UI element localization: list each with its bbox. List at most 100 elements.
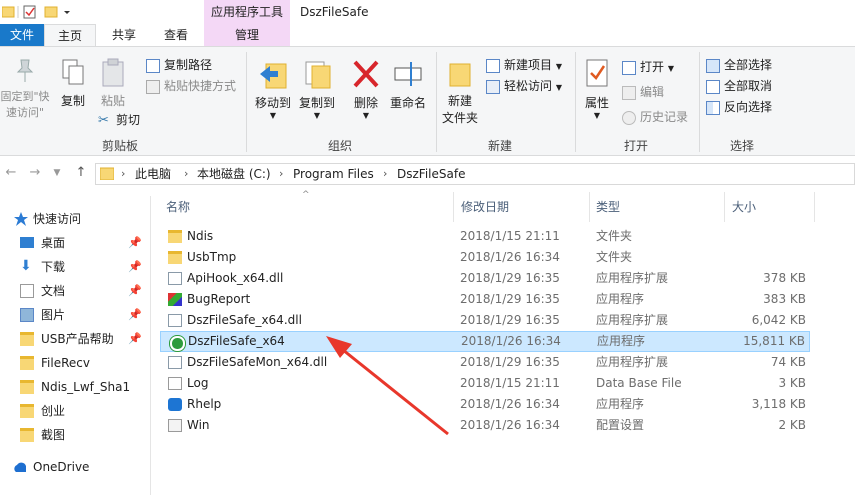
properties-label: 属性 <box>584 96 609 110</box>
folder-icon <box>168 251 182 264</box>
column-header-name[interactable]: 名称 <box>166 199 190 215</box>
dll-file-icon <box>168 356 182 369</box>
file-name: Log <box>187 376 209 390</box>
tab-share[interactable]: 共享 <box>100 24 148 47</box>
breadcrumb-dszfilesafe[interactable]: DszFileSafe <box>397 164 465 184</box>
new-folder-button[interactable]: 新建 文件夹 <box>440 58 480 127</box>
file-row[interactable]: DszFileSafe_x64 2018/1/26 16:34 应用程序 15,811… <box>160 331 810 352</box>
file-row[interactable]: UsbTmp 2018/1/26 16:34 文件夹 <box>160 247 810 268</box>
nav-item[interactable]: 文档 📌 <box>0 280 148 302</box>
nav-item[interactable]: ⬇ 下载 📌 <box>0 256 148 278</box>
nav-item[interactable]: FileRecv <box>0 352 148 374</box>
nav-onedrive-label: OneDrive <box>33 460 90 474</box>
column-divider[interactable] <box>724 192 725 222</box>
nav-item[interactable]: 创业 <box>0 400 148 422</box>
copy-to-label: 复制到 <box>298 96 335 110</box>
clipboard-group-label: 剪贴板 <box>101 139 138 153</box>
cut-button[interactable]: ✂ 剪切 <box>98 110 140 130</box>
context-tab-header: 应用程序工具 <box>204 0 290 24</box>
column-divider[interactable] <box>453 192 454 222</box>
breadcrumb-program-files[interactable]: Program Files <box>293 164 374 184</box>
pin-icon[interactable]: 📌 <box>128 328 142 350</box>
edit-button[interactable]: 编辑 <box>622 82 664 102</box>
pin-icon[interactable]: 📌 <box>128 280 142 302</box>
nav-item-label: Ndis_Lwf_Sha1 <box>41 380 131 394</box>
select-all-button[interactable]: 全部选择 <box>706 55 772 75</box>
new-item-button[interactable]: 新建项目 ▼ <box>486 55 562 75</box>
file-row[interactable]: BugReport 2018/1/29 16:35 应用程序 383 KB <box>160 289 810 310</box>
select-all-label: 全部选择 <box>724 58 773 72</box>
pin-icon[interactable]: 📌 <box>128 256 142 278</box>
file-row[interactable]: DszFileSafe_x64.dll 2018/1/29 16:35 应用程序扩展… <box>160 310 810 331</box>
nav-item[interactable]: USB产品帮助 📌 <box>0 328 148 350</box>
paste-shortcut-button[interactable]: 粘贴快捷方式 <box>146 76 236 96</box>
nav-quick-access[interactable]: 快速访问 <box>0 208 148 230</box>
pin-icon[interactable]: 📌 <box>128 304 142 326</box>
nav-item-label: 下载 <box>41 260 66 274</box>
properties-button[interactable]: 属性 ▼ <box>580 58 614 120</box>
quick-access-toolbar[interactable] <box>2 5 72 19</box>
invert-selection-button[interactable]: 反向选择 <box>706 97 772 117</box>
column-header-size[interactable]: 大小 <box>732 199 756 215</box>
breadcrumb-separator-icon: › <box>121 167 126 180</box>
copy-to-button[interactable]: 复制到 ▼ <box>296 58 338 120</box>
select-none-button[interactable]: 全部取消 <box>706 76 772 96</box>
forward-arrow-icon[interactable]: → <box>26 163 44 183</box>
new-folder-label: 新建 文件夹 <box>441 94 478 125</box>
open-icon <box>622 60 636 75</box>
tab-manage[interactable]: 管理 <box>204 24 290 47</box>
file-row[interactable]: Rhelp 2018/1/26 16:34 应用程序 3,118 KB <box>160 394 810 415</box>
file-type: 应用程序扩展 <box>596 271 669 285</box>
file-row[interactable]: ApiHook_x64.dll 2018/1/29 16:35 应用程序扩展 378 … <box>160 268 810 289</box>
file-name: DszFileSafeMon_x64.dll <box>187 355 328 369</box>
copy-button[interactable]: 复制 <box>56 58 90 110</box>
pin-quick-access-button[interactable]: 固定到"快 速访问" <box>0 58 50 121</box>
tab-home[interactable]: 主页 <box>44 24 96 47</box>
paste-button[interactable]: 粘贴 <box>94 58 132 110</box>
breadcrumb-local-disk[interactable]: 本地磁盘 (C:) <box>197 164 271 184</box>
nav-item[interactable]: 图片 📌 <box>0 304 148 326</box>
recent-dropdown-icon[interactable]: ▼ <box>48 163 66 183</box>
delete-button[interactable]: 删除 ▼ <box>348 58 384 120</box>
new-item-dropdown-icon: ▼ <box>555 62 562 71</box>
file-date: 2018/1/29 16:35 <box>460 313 560 327</box>
tab-file[interactable]: 文件 <box>0 24 44 47</box>
paste-shortcut-label: 粘贴快捷方式 <box>164 79 237 93</box>
column-header-type[interactable]: 类型 <box>596 199 620 215</box>
download-icon: ⬇ <box>20 258 32 274</box>
file-size: 3 KB <box>778 376 806 390</box>
open-group-label: 打开 <box>623 139 648 153</box>
open-button[interactable]: 打开 ▼ <box>622 57 674 77</box>
breadcrumb-this-pc[interactable]: 此电脑 <box>135 164 171 184</box>
move-to-icon <box>260 63 287 89</box>
annotation-arrow <box>326 336 449 436</box>
column-divider[interactable] <box>814 192 815 222</box>
copy-path-button[interactable]: 复制路径 <box>146 55 212 75</box>
tab-view[interactable]: 查看 <box>150 24 202 47</box>
nav-item[interactable]: 截图 <box>0 424 148 446</box>
scissors-icon: ✂ <box>98 112 109 128</box>
file-row[interactable]: DszFileSafeMon_x64.dll 2018/1/29 16:35 应用程… <box>160 352 810 373</box>
nav-item[interactable]: Ndis_Lwf_Sha1 <box>0 376 148 398</box>
nav-item[interactable]: 桌面 📌 <box>0 232 148 254</box>
column-header-date[interactable]: 修改日期 <box>461 199 509 215</box>
file-type: 应用程序扩展 <box>596 355 669 369</box>
pin-icon[interactable]: 📌 <box>128 232 142 254</box>
file-row[interactable]: Ndis 2018/1/15 21:11 文件夹 <box>160 226 810 247</box>
history-button[interactable]: 历史记录 <box>622 107 688 127</box>
paste-shortcut-icon <box>146 79 160 94</box>
move-to-button[interactable]: 移动到 ▼ <box>252 58 294 120</box>
up-arrow-icon[interactable]: ↑ <box>72 163 90 183</box>
rename-button[interactable]: 重命名 <box>387 58 429 112</box>
title-bar <box>0 0 855 24</box>
nav-onedrive[interactable]: OneDrive <box>0 456 148 478</box>
select-none-icon <box>706 79 720 94</box>
file-date: 2018/1/26 16:34 <box>461 334 561 348</box>
new-folder-icon <box>449 63 471 87</box>
column-divider[interactable] <box>589 192 590 222</box>
easy-access-button[interactable]: 轻松访问 ▼ <box>486 76 562 96</box>
pane-splitter[interactable] <box>150 196 151 495</box>
back-arrow-icon[interactable]: ← <box>2 163 20 183</box>
file-row[interactable]: Win 2018/1/26 16:34 配置设置 2 KB <box>160 415 810 436</box>
file-row[interactable]: Log 2018/1/15 21:11 Data Base File 3 KB <box>160 373 810 394</box>
